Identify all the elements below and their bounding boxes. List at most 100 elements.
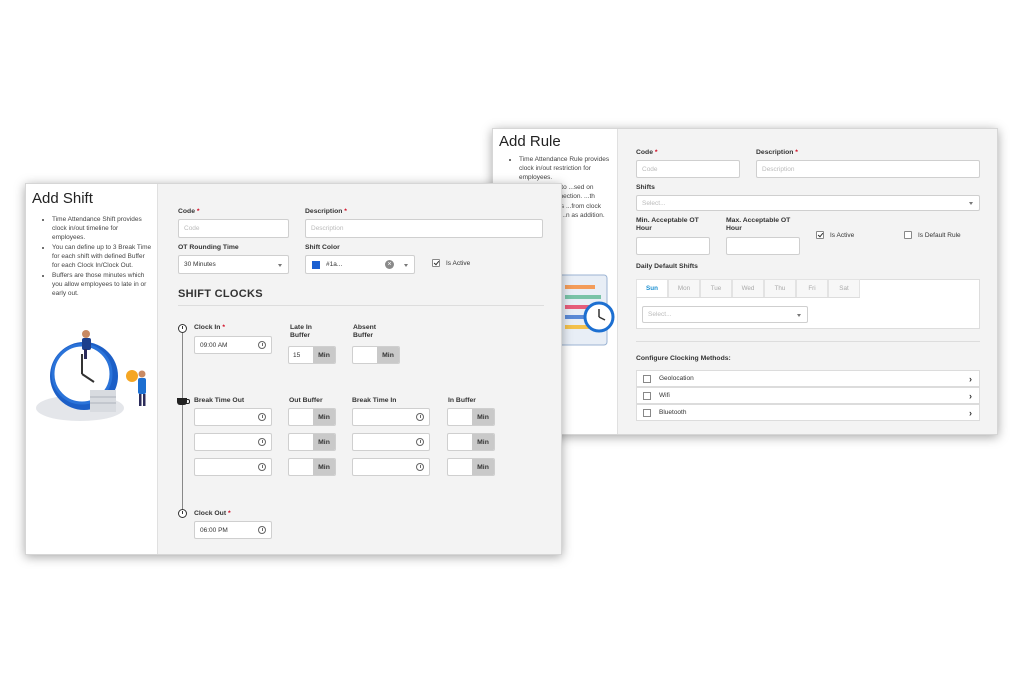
break-time-in-input[interactable] xyxy=(352,408,430,426)
tab-sat[interactable]: Sat xyxy=(828,279,860,297)
chevron-right-icon: › xyxy=(969,373,972,384)
min-unit: Min xyxy=(313,347,335,363)
is-active-checkbox[interactable] xyxy=(432,259,440,267)
out-buffer-input[interactable]: Min xyxy=(288,408,336,426)
add-rule-window: Add Rule Time Attendance Rule provides c… xyxy=(492,128,998,435)
add-shift-form: Code * Code Description * Description OT… xyxy=(157,184,561,554)
late-in-buffer-input[interactable]: 15 Min xyxy=(288,346,336,364)
out-buffer-input[interactable]: Min xyxy=(288,433,336,451)
method-geolocation[interactable]: Geolocation › xyxy=(636,370,980,387)
method-label: Bluetooth xyxy=(659,409,687,416)
add-rule-form: Code * Code Description * Description Sh… xyxy=(617,129,997,434)
in-buffer-label: In Buffer xyxy=(448,397,476,404)
clock-icon xyxy=(258,438,266,446)
shifts-select[interactable]: Select... xyxy=(636,195,980,211)
day-shift-select[interactable]: Select... xyxy=(642,306,808,323)
absent-buffer-label: Absent Buffer xyxy=(353,324,377,339)
tab-wed[interactable]: Wed xyxy=(732,279,764,297)
method-bluetooth[interactable]: Bluetooth › xyxy=(636,404,980,421)
shift-color-label: Shift Color xyxy=(305,244,340,251)
bluetooth-checkbox[interactable] xyxy=(643,408,651,417)
shift-illustration xyxy=(36,330,146,421)
ot-rounding-select[interactable]: 30 Minutes xyxy=(178,255,289,274)
tab-fri[interactable]: Fri xyxy=(796,279,828,297)
is-default-checkbox[interactable] xyxy=(904,231,912,239)
late-in-buffer-value: 15 xyxy=(293,351,301,359)
tab-thu[interactable]: Thu xyxy=(764,279,796,297)
ot-rounding-value: 30 Minutes xyxy=(184,261,216,268)
description-input[interactable]: Description xyxy=(756,160,980,178)
description-label: Description * xyxy=(756,149,798,156)
add-rule-title: Add Rule xyxy=(499,133,561,150)
break-time-out-input[interactable] xyxy=(194,458,272,476)
min-unit: Min xyxy=(313,459,335,475)
clock-out-value: 06:00 PM xyxy=(200,526,228,534)
min-ot-label: Min. Acceptable OT Hour xyxy=(636,217,699,232)
add-shift-window: Add Shift Time Attendance Shift provides… xyxy=(25,183,562,555)
add-shift-title: Add Shift xyxy=(32,190,93,207)
break-time-out-input[interactable] xyxy=(194,433,272,451)
min-ot-input[interactable] xyxy=(636,237,710,255)
clock-icon xyxy=(178,509,187,518)
add-shift-sidebar: Add Shift Time Attendance Shift provides… xyxy=(26,184,157,554)
wifi-checkbox[interactable] xyxy=(643,391,651,400)
clock-icon xyxy=(416,463,424,471)
chevron-right-icon: › xyxy=(969,407,972,418)
info-bullet: Buffers are those minutes which you allo… xyxy=(52,271,152,298)
chevron-down-icon xyxy=(278,263,282,267)
info-bullet: Time Attendance Shift provides clock in/… xyxy=(52,215,152,242)
clear-icon[interactable]: × xyxy=(385,260,394,269)
geolocation-checkbox[interactable] xyxy=(643,374,651,383)
timeline-line xyxy=(182,332,183,512)
break-time-in-input[interactable] xyxy=(352,433,430,451)
in-buffer-input[interactable]: Min xyxy=(447,458,495,476)
clock-icon xyxy=(178,324,187,333)
clock-in-label: Clock In * xyxy=(194,324,225,331)
method-label: Wifi xyxy=(659,392,670,399)
clocking-methods-label: Configure Clocking Methods: xyxy=(636,355,731,362)
min-unit: Min xyxy=(313,409,335,425)
shift-color-value: #1a... xyxy=(326,261,343,268)
clock-icon xyxy=(258,463,266,471)
clock-in-input[interactable]: 09:00 AM xyxy=(194,336,272,354)
break-time-in-input[interactable] xyxy=(352,458,430,476)
tab-sun[interactable]: Sun xyxy=(636,279,668,297)
in-buffer-input[interactable]: Min xyxy=(447,408,495,426)
info-bullet: You can define up to 3 Break Time for ea… xyxy=(52,243,152,270)
out-buffer-input[interactable]: Min xyxy=(288,458,336,476)
description-input[interactable]: Description xyxy=(305,219,543,238)
tab-tue[interactable]: Tue xyxy=(700,279,732,297)
clock-in-value: 09:00 AM xyxy=(200,341,228,349)
day-tabs: Sun Mon Tue Wed Thu Fri Sat xyxy=(636,279,860,298)
color-swatch xyxy=(312,261,320,269)
is-active-label: Is Active xyxy=(830,232,855,239)
chevron-down-icon xyxy=(969,202,973,205)
max-ot-label: Max. Acceptable OT Hour xyxy=(726,217,791,232)
clock-out-input[interactable]: 06:00 PM xyxy=(194,521,272,539)
tab-mon[interactable]: Mon xyxy=(668,279,700,297)
absent-buffer-input[interactable]: Min xyxy=(352,346,400,364)
code-input[interactable]: Code xyxy=(178,219,289,238)
in-buffer-input[interactable]: Min xyxy=(447,433,495,451)
shifts-label: Shifts xyxy=(636,184,655,191)
ot-rounding-label: OT Rounding Time xyxy=(178,244,239,251)
clock-out-label: Clock Out * xyxy=(194,510,231,517)
chevron-down-icon xyxy=(404,263,408,267)
shift-clocks-title: SHIFT CLOCKS xyxy=(178,288,263,300)
min-unit: Min xyxy=(472,409,494,425)
method-wifi[interactable]: Wifi › xyxy=(636,387,980,404)
divider xyxy=(178,305,544,306)
coffee-cup-icon xyxy=(177,398,190,405)
break-time-out-input[interactable] xyxy=(194,408,272,426)
min-unit: Min xyxy=(313,434,335,450)
chevron-right-icon: › xyxy=(969,390,972,401)
daily-default-shifts-label: Daily Default Shifts xyxy=(636,263,698,270)
is-active-checkbox[interactable] xyxy=(816,231,824,239)
info-bullet: Time Attendance Rule provides clock in/o… xyxy=(519,155,613,182)
max-ot-input[interactable] xyxy=(726,237,800,255)
shift-color-select[interactable]: #1a... × xyxy=(305,255,415,274)
clock-icon xyxy=(258,341,266,349)
code-input[interactable]: Code xyxy=(636,160,740,178)
clock-icon xyxy=(416,438,424,446)
code-label: Code * xyxy=(636,149,658,156)
